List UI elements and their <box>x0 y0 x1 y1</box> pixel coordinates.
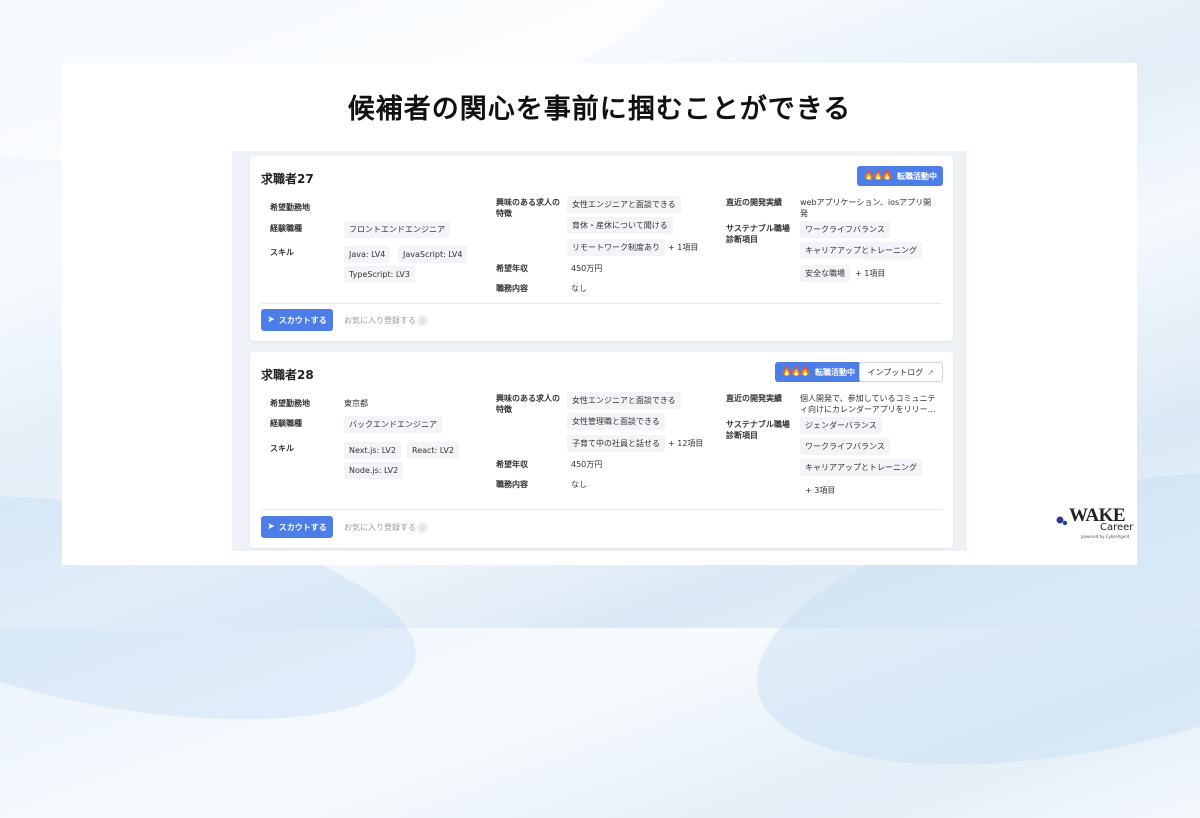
interest-tag: 女性管理職と面談できる <box>567 413 665 430</box>
sustainable-tag: ワークライフバランス <box>800 221 890 238</box>
candidate-card: 求職者28 🔥🔥🔥 転職活動中 インプットログ ↗ 希望勤務地 東京都 経験職種… <box>250 352 953 548</box>
content-panel: 候補者の関心を事前に掴むことができる 求職者27 🔥🔥🔥 転職活動中 希望勤務地… <box>62 63 1137 565</box>
label-duty: 職務内容 <box>496 284 528 293</box>
interest-more: + 1項目 <box>668 243 699 252</box>
skill-tag: Node.js: LV2 <box>344 462 404 479</box>
job-type-tag: バックエンドエンジニア <box>344 416 442 433</box>
candidate-card: 求職者27 🔥🔥🔥 転職活動中 希望勤務地 経験職種 フロントエンドエンジニア … <box>250 156 953 341</box>
star-icon[interactable]: ☆ <box>417 315 428 326</box>
label-skills: スキル <box>270 444 294 453</box>
skill-tag: TypeScript: LV3 <box>344 266 415 283</box>
external-link-icon: ↗ <box>927 367 934 377</box>
skill-tag: Next.js: LV2 <box>344 442 401 459</box>
logo-mark-icon <box>1056 516 1068 526</box>
label-skills: スキル <box>270 248 294 257</box>
interest-tag: 子育て中の社員と話せる <box>567 435 665 452</box>
page-headline: 候補者の関心を事前に掴むことができる <box>347 94 852 125</box>
fire-icon: 🔥🔥🔥 <box>781 367 811 377</box>
label-job-type: 経験職種 <box>270 419 302 428</box>
label-location: 希望勤務地 <box>270 203 310 212</box>
interest-tag: リモートワーク制度あり <box>567 239 665 256</box>
scout-button[interactable]: ➤ スカウトする <box>261 309 333 331</box>
divider <box>261 509 942 510</box>
label-sustainable: サステナブル職場診断項目 <box>726 224 790 244</box>
sustainable-tag: ワークライフバランス <box>800 438 890 455</box>
sustainable-tag: 安全な職場 <box>800 265 850 282</box>
send-icon: ➤ <box>267 315 275 325</box>
candidate-name: 求職者27 <box>261 172 314 186</box>
sustainable-tag: ジェンダーバランス <box>800 417 882 434</box>
value-location: 東京都 <box>344 399 368 408</box>
skill-tag: React: LV2 <box>407 442 459 459</box>
wake-career-logo: WAKE Career powered by CyberAgent <box>1056 505 1136 545</box>
label-salary: 希望年収 <box>496 264 528 273</box>
value-duty: なし <box>571 480 587 489</box>
divider <box>261 303 942 304</box>
status-badge: 🔥🔥🔥 転職活動中 <box>775 362 861 382</box>
interest-tag: 育休・産休について聞ける <box>567 217 673 234</box>
star-icon[interactable]: ☆ <box>417 522 428 533</box>
skill-tag: Java: LV4 <box>344 246 391 263</box>
label-sustainable: サステナブル職場診断項目 <box>726 420 790 440</box>
logo-career-text: Career <box>1100 522 1134 533</box>
label-interest: 興味のある求人の特徴 <box>496 394 560 414</box>
sustainable-tag: キャリアアップとトレーニング <box>800 242 922 259</box>
interest-more: + 12項目 <box>668 439 704 448</box>
skill-tag: JavaScript: LV4 <box>398 246 468 263</box>
label-interest: 興味のある求人の特徴 <box>496 198 560 218</box>
favorite-link[interactable]: お気に入り登録する <box>344 315 416 326</box>
label-job-type: 経験職種 <box>270 224 302 233</box>
value-recent-dev: 個人開発で、参加しているコミュニティ向けにカレンダーアプリをリリー… <box>800 394 936 414</box>
value-salary: 450万円 <box>571 264 603 273</box>
fire-icon: 🔥🔥🔥 <box>863 171 893 181</box>
label-recent-dev: 直近の開発実績 <box>726 394 782 403</box>
label-duty: 職務内容 <box>496 480 528 489</box>
sustainable-more: + 3項目 <box>805 486 836 495</box>
favorite-link[interactable]: お気に入り登録する <box>344 522 416 533</box>
label-location: 希望勤務地 <box>270 399 310 408</box>
sustainable-tag: キャリアアップとトレーニング <box>800 459 922 476</box>
interest-tag: 女性エンジニアと面談できる <box>567 392 681 409</box>
scout-button[interactable]: ➤ スカウトする <box>261 516 333 538</box>
send-icon: ➤ <box>267 522 275 532</box>
screenshot-area: 求職者27 🔥🔥🔥 転職活動中 希望勤務地 経験職種 フロントエンドエンジニア … <box>232 151 967 551</box>
label-recent-dev: 直近の開発実績 <box>726 198 782 207</box>
candidate-name: 求職者28 <box>261 368 314 382</box>
input-log-button[interactable]: インプットログ ↗ <box>858 362 943 382</box>
value-salary: 450万円 <box>571 460 603 469</box>
logo-powered-text: powered by CyberAgent <box>1081 534 1130 539</box>
value-recent-dev: webアプリケーション、iosアプリ開発 <box>800 198 932 218</box>
interest-tag: 女性エンジニアと面談できる <box>567 196 681 213</box>
status-badge: 🔥🔥🔥 転職活動中 <box>857 166 943 186</box>
value-duty: なし <box>571 284 587 293</box>
job-type-tag: フロントエンドエンジニア <box>344 221 450 238</box>
label-salary: 希望年収 <box>496 460 528 469</box>
sustainable-more: + 1項目 <box>855 269 886 278</box>
